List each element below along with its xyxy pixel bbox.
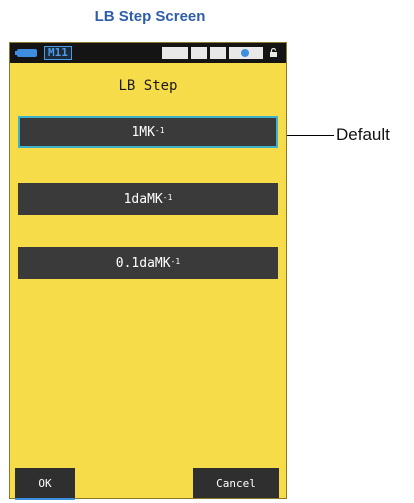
- measuring-mode-indicator: [229, 47, 263, 59]
- page-title: LB Step: [118, 78, 178, 94]
- status-indicator-3: [210, 47, 226, 59]
- option-exponent: -1: [170, 256, 181, 266]
- ok-button[interactable]: OK: [15, 468, 75, 500]
- lock-icon: [270, 48, 277, 57]
- option-exponent: -1: [154, 125, 165, 135]
- status-indicator-2: [191, 47, 207, 59]
- option-0-1damk-button[interactable]: 0.1daMK -1: [18, 247, 278, 279]
- option-exponent: -1: [162, 192, 173, 202]
- default-callout-label: Default: [336, 125, 390, 144]
- status-indicator-1: [162, 47, 188, 59]
- option-label: 1daMK: [123, 191, 163, 207]
- memory-channel-badge: M11: [44, 46, 72, 60]
- callout-line: [287, 135, 334, 136]
- option-1damk-button[interactable]: 1daMK -1: [18, 183, 278, 215]
- option-label: 0.1daMK: [115, 255, 171, 271]
- option-1mk-button[interactable]: 1MK -1: [18, 116, 278, 148]
- device-screen: M11 LB Step 1MK -1 1daMK -1 0.1daMK -1 OK C…: [9, 42, 287, 500]
- option-label: 1MK: [131, 124, 155, 140]
- battery-icon: [15, 49, 37, 57]
- status-bar: M11: [10, 43, 286, 63]
- cancel-button[interactable]: Cancel: [193, 468, 279, 498]
- screen-caption: LB Step Screen: [94, 8, 206, 25]
- mode-dot-icon: [241, 49, 249, 57]
